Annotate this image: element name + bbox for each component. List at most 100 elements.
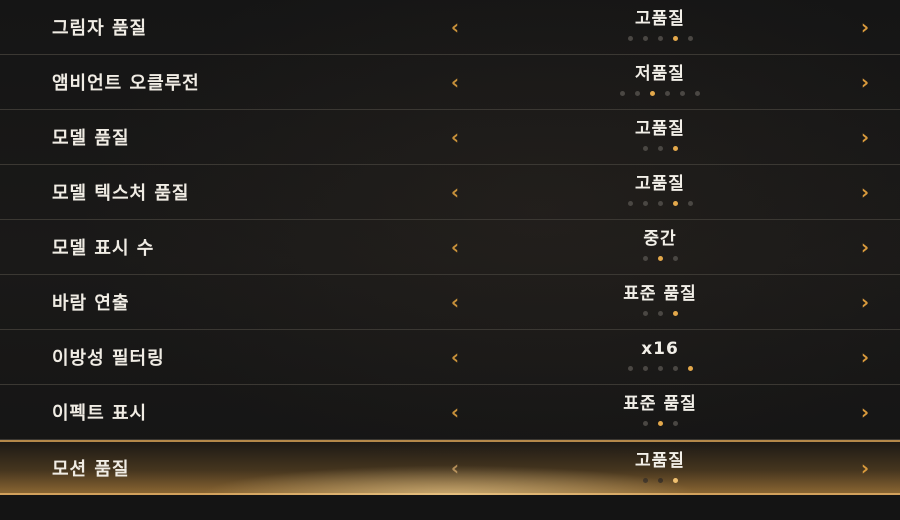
settings-list: 그림자 품질 ‹ 고품질 › 앰비언트 오클루전 ‹ 저품질 › 모델 품질 ‹ 고품질 › 모델 텍스… — [0, 0, 900, 495]
level-dot — [642, 201, 648, 206]
level-dot — [657, 146, 663, 151]
chevron-right-icon[interactable]: › — [856, 71, 874, 93]
level-dot — [687, 36, 693, 41]
chevron-right-icon[interactable]: › — [856, 291, 874, 313]
setting-value: x16 — [641, 339, 679, 359]
chevron-left-icon[interactable]: ‹ — [446, 16, 464, 38]
chevron-left-icon[interactable]: ‹ — [446, 181, 464, 203]
level-dot — [620, 91, 625, 96]
setting-label: 이펙트 표시 — [52, 403, 148, 424]
chevron-right-icon[interactable]: › — [856, 126, 874, 148]
level-dot — [642, 478, 648, 483]
chevron-right-icon[interactable]: › — [856, 236, 874, 258]
setting-value-group: 저품질 — [560, 63, 760, 97]
setting-label: 앰비언트 오클루전 — [52, 73, 200, 94]
chevron-right-icon[interactable]: › — [856, 346, 874, 368]
level-indicator — [560, 201, 760, 207]
level-dot-active — [672, 146, 678, 151]
chevron-left-icon[interactable]: ‹ — [446, 457, 464, 479]
level-indicator — [560, 36, 760, 42]
chevron-right-icon[interactable]: › — [856, 401, 874, 423]
level-dot-active — [687, 366, 693, 371]
setting-row[interactable]: 모션 품질 ‹ 고품질 › — [0, 440, 900, 495]
chevron-right-icon[interactable]: › — [856, 16, 874, 38]
level-dot — [672, 256, 678, 261]
level-dot — [642, 256, 648, 261]
level-dot-active — [672, 201, 678, 206]
setting-row[interactable]: 모델 텍스처 품질 ‹ 고품질 › — [0, 165, 900, 220]
setting-row[interactable]: 그림자 품질 ‹ 고품질 › — [0, 0, 900, 55]
chevron-right-icon[interactable]: › — [856, 457, 874, 479]
setting-label: 바람 연출 — [52, 293, 130, 314]
setting-value-group: 고품질 — [560, 118, 760, 152]
level-dot — [635, 91, 640, 96]
level-dot-active — [672, 36, 678, 41]
setting-value: 표준 품질 — [623, 394, 697, 414]
setting-row[interactable]: 모델 품질 ‹ 고품질 › — [0, 110, 900, 165]
level-dot — [665, 91, 670, 96]
level-dot — [642, 36, 648, 41]
level-dot-active — [657, 421, 663, 426]
level-dot-active — [657, 256, 663, 261]
setting-value: 중간 — [643, 229, 677, 249]
level-dot-active — [672, 478, 678, 483]
setting-row[interactable]: 이펙트 표시 ‹ 표준 품질 › — [0, 385, 900, 440]
level-dot-active — [672, 311, 678, 316]
setting-label: 모델 표시 수 — [52, 238, 155, 259]
setting-label: 모션 품질 — [52, 458, 130, 480]
setting-value: 표준 품질 — [623, 284, 697, 304]
level-dot — [627, 36, 633, 41]
setting-value: 고품질 — [635, 119, 685, 139]
setting-row[interactable]: 모델 표시 수 ‹ 중간 › — [0, 220, 900, 275]
chevron-right-icon[interactable]: › — [856, 181, 874, 203]
chevron-left-icon[interactable]: ‹ — [446, 71, 464, 93]
level-dot — [687, 201, 693, 206]
level-indicator — [560, 421, 760, 427]
level-dot — [657, 36, 663, 41]
level-dot — [680, 91, 685, 96]
level-indicator — [560, 256, 760, 262]
setting-row[interactable]: 바람 연출 ‹ 표준 품질 › — [0, 275, 900, 330]
level-indicator — [560, 91, 760, 97]
level-dot-active — [650, 91, 655, 96]
chevron-left-icon[interactable]: ‹ — [446, 236, 464, 258]
setting-value: 고품질 — [635, 451, 685, 471]
level-dot — [657, 311, 663, 316]
level-indicator — [560, 478, 760, 484]
graphics-settings-screen: 그림자 품질 ‹ 고품질 › 앰비언트 오클루전 ‹ 저품질 › 모델 품질 ‹ 고품질 › 모델 텍스… — [0, 0, 900, 520]
level-dot — [627, 366, 633, 371]
level-dot — [642, 421, 648, 426]
chevron-left-icon[interactable]: ‹ — [446, 291, 464, 313]
setting-value-group: 고품질 — [560, 173, 760, 207]
level-dot — [695, 91, 700, 96]
setting-label: 모델 텍스처 품질 — [52, 183, 190, 204]
level-dot — [657, 478, 663, 483]
setting-value-group: 고품질 — [560, 450, 760, 484]
level-indicator — [560, 311, 760, 317]
setting-row[interactable]: 앰비언트 오클루전 ‹ 저품질 › — [0, 55, 900, 110]
setting-value-group: 고품질 — [560, 8, 760, 42]
setting-row[interactable]: 이방성 필터링 ‹ x16 › — [0, 330, 900, 385]
level-dot — [642, 146, 648, 151]
level-indicator — [560, 366, 760, 372]
level-dot — [642, 366, 648, 371]
chevron-left-icon[interactable]: ‹ — [446, 346, 464, 368]
setting-label: 모델 품질 — [52, 128, 130, 149]
chevron-left-icon[interactable]: ‹ — [446, 401, 464, 423]
level-indicator — [560, 146, 760, 152]
level-dot — [672, 421, 678, 426]
setting-value-group: x16 — [560, 338, 760, 372]
level-dot — [672, 366, 678, 371]
setting-value-group: 중간 — [560, 228, 760, 262]
setting-value: 저품질 — [635, 64, 685, 84]
setting-label: 그림자 품질 — [52, 18, 148, 39]
setting-value: 고품질 — [635, 9, 685, 29]
level-dot — [657, 201, 663, 206]
setting-value: 고품질 — [635, 174, 685, 194]
setting-label: 이방성 필터링 — [52, 348, 165, 369]
setting-value-group: 표준 품질 — [560, 283, 760, 317]
level-dot — [627, 201, 633, 206]
level-dot — [642, 311, 648, 316]
chevron-left-icon[interactable]: ‹ — [446, 126, 464, 148]
setting-value-group: 표준 품질 — [560, 393, 760, 427]
